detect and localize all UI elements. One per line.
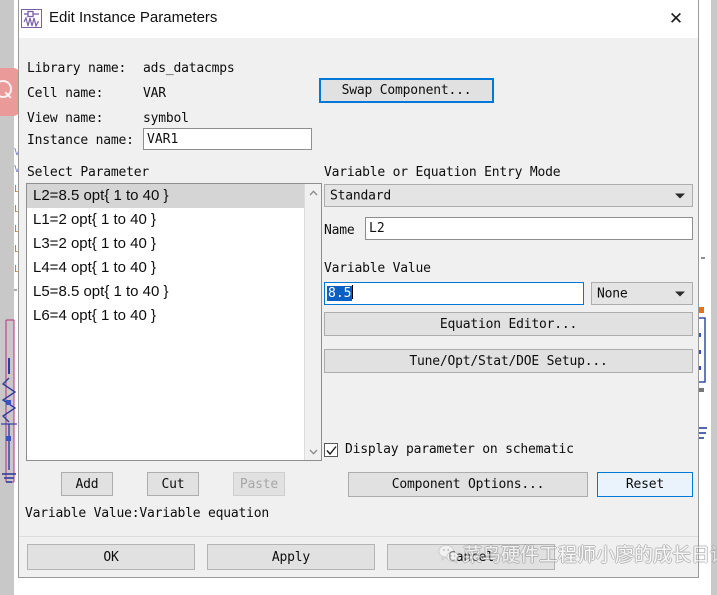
status-text: Variable Value:Variable equation [25,506,269,521]
view-name-value: symbol [143,111,189,126]
ok-button[interactable]: OK [27,544,195,570]
dialog-body: Library name: ads_datacmps Cell name: VA… [19,38,698,538]
cell-name-label: Cell name: [27,86,103,101]
cancel-button[interactable]: Cancel [387,544,555,570]
select-parameter-heading: Select Parameter [27,165,149,180]
variable-value-input[interactable]: 8.5 [324,282,584,305]
screen: V V L L L L L [0,0,717,595]
reset-button[interactable]: Reset [597,472,693,497]
instance-name-label: Instance name: [27,133,134,148]
entry-mode-heading: Variable or Equation Entry Mode [324,165,560,180]
dialog-titlebar[interactable]: Edit Instance Parameters ✕ [19,0,698,39]
parameter-list-scrollbar[interactable] [304,184,321,460]
list-item[interactable]: L3=2 opt{ 1 to 40 } [27,232,304,256]
instance-name-input[interactable]: VAR1 [143,128,312,150]
entry-mode-value: Standard [330,188,391,203]
dialog-title: Edit Instance Parameters [49,9,217,26]
display-parameter-label: Display parameter on schematic [345,442,574,457]
parameter-listbox[interactable]: L2=8.5 opt{ 1 to 40 }L1=2 opt{ 1 to 40 }… [26,183,322,461]
variable-value-heading: Variable Value [324,261,431,276]
unit-value: None [597,286,628,301]
view-name-label: View name: [27,111,103,126]
equation-editor-button[interactable]: Equation Editor... [324,312,693,336]
unit-select[interactable]: None [591,282,693,305]
tune-opt-stat-doe-setup-button[interactable]: Tune/Opt/Stat/DOE Setup... [324,349,693,373]
apply-button[interactable]: Apply [207,544,375,570]
background-right-edge [711,0,717,595]
chevron-down-icon [675,291,685,296]
close-icon[interactable]: ✕ [654,0,698,37]
library-name-label: Library name: [27,61,126,76]
edit-instance-parameters-dialog: Edit Instance Parameters ✕ Library name:… [18,0,699,578]
text-caret [352,285,353,299]
parameter-list: L2=8.5 opt{ 1 to 40 }L1=2 opt{ 1 to 40 }… [27,184,304,328]
add-button[interactable]: Add [61,472,113,496]
list-item[interactable]: L4=4 opt{ 1 to 40 } [27,256,304,280]
variable-value-text: 8.5 [327,286,352,301]
name-label: Name [324,223,355,238]
snipping-tool-button[interactable] [0,68,20,116]
list-item[interactable]: L1=2 opt{ 1 to 40 } [27,208,304,232]
list-item[interactable]: L6=4 opt{ 1 to 40 } [27,304,304,328]
chevron-up-icon[interactable] [305,184,322,201]
display-parameter-checkbox[interactable]: Display parameter on schematic [324,442,574,457]
name-input[interactable]: L2 [365,217,693,240]
cut-button[interactable]: Cut [147,472,199,496]
swap-component-button[interactable]: Swap Component... [319,78,494,103]
chevron-down-icon[interactable] [305,443,322,460]
dialog-footer: OK Apply Cancel [19,536,698,577]
paste-button: Paste [233,472,285,496]
list-item[interactable]: L2=8.5 opt{ 1 to 40 } [27,184,304,208]
cell-name-value: VAR [143,86,166,101]
entry-mode-select[interactable]: Standard [324,184,693,207]
list-item[interactable]: L5=8.5 opt{ 1 to 40 } [27,280,304,304]
checkbox-icon [324,443,338,457]
schematic-var-icon [21,9,42,28]
chevron-down-icon [675,193,685,198]
component-options-button[interactable]: Component Options... [348,472,588,497]
library-name-value: ads_datacmps [143,61,235,76]
